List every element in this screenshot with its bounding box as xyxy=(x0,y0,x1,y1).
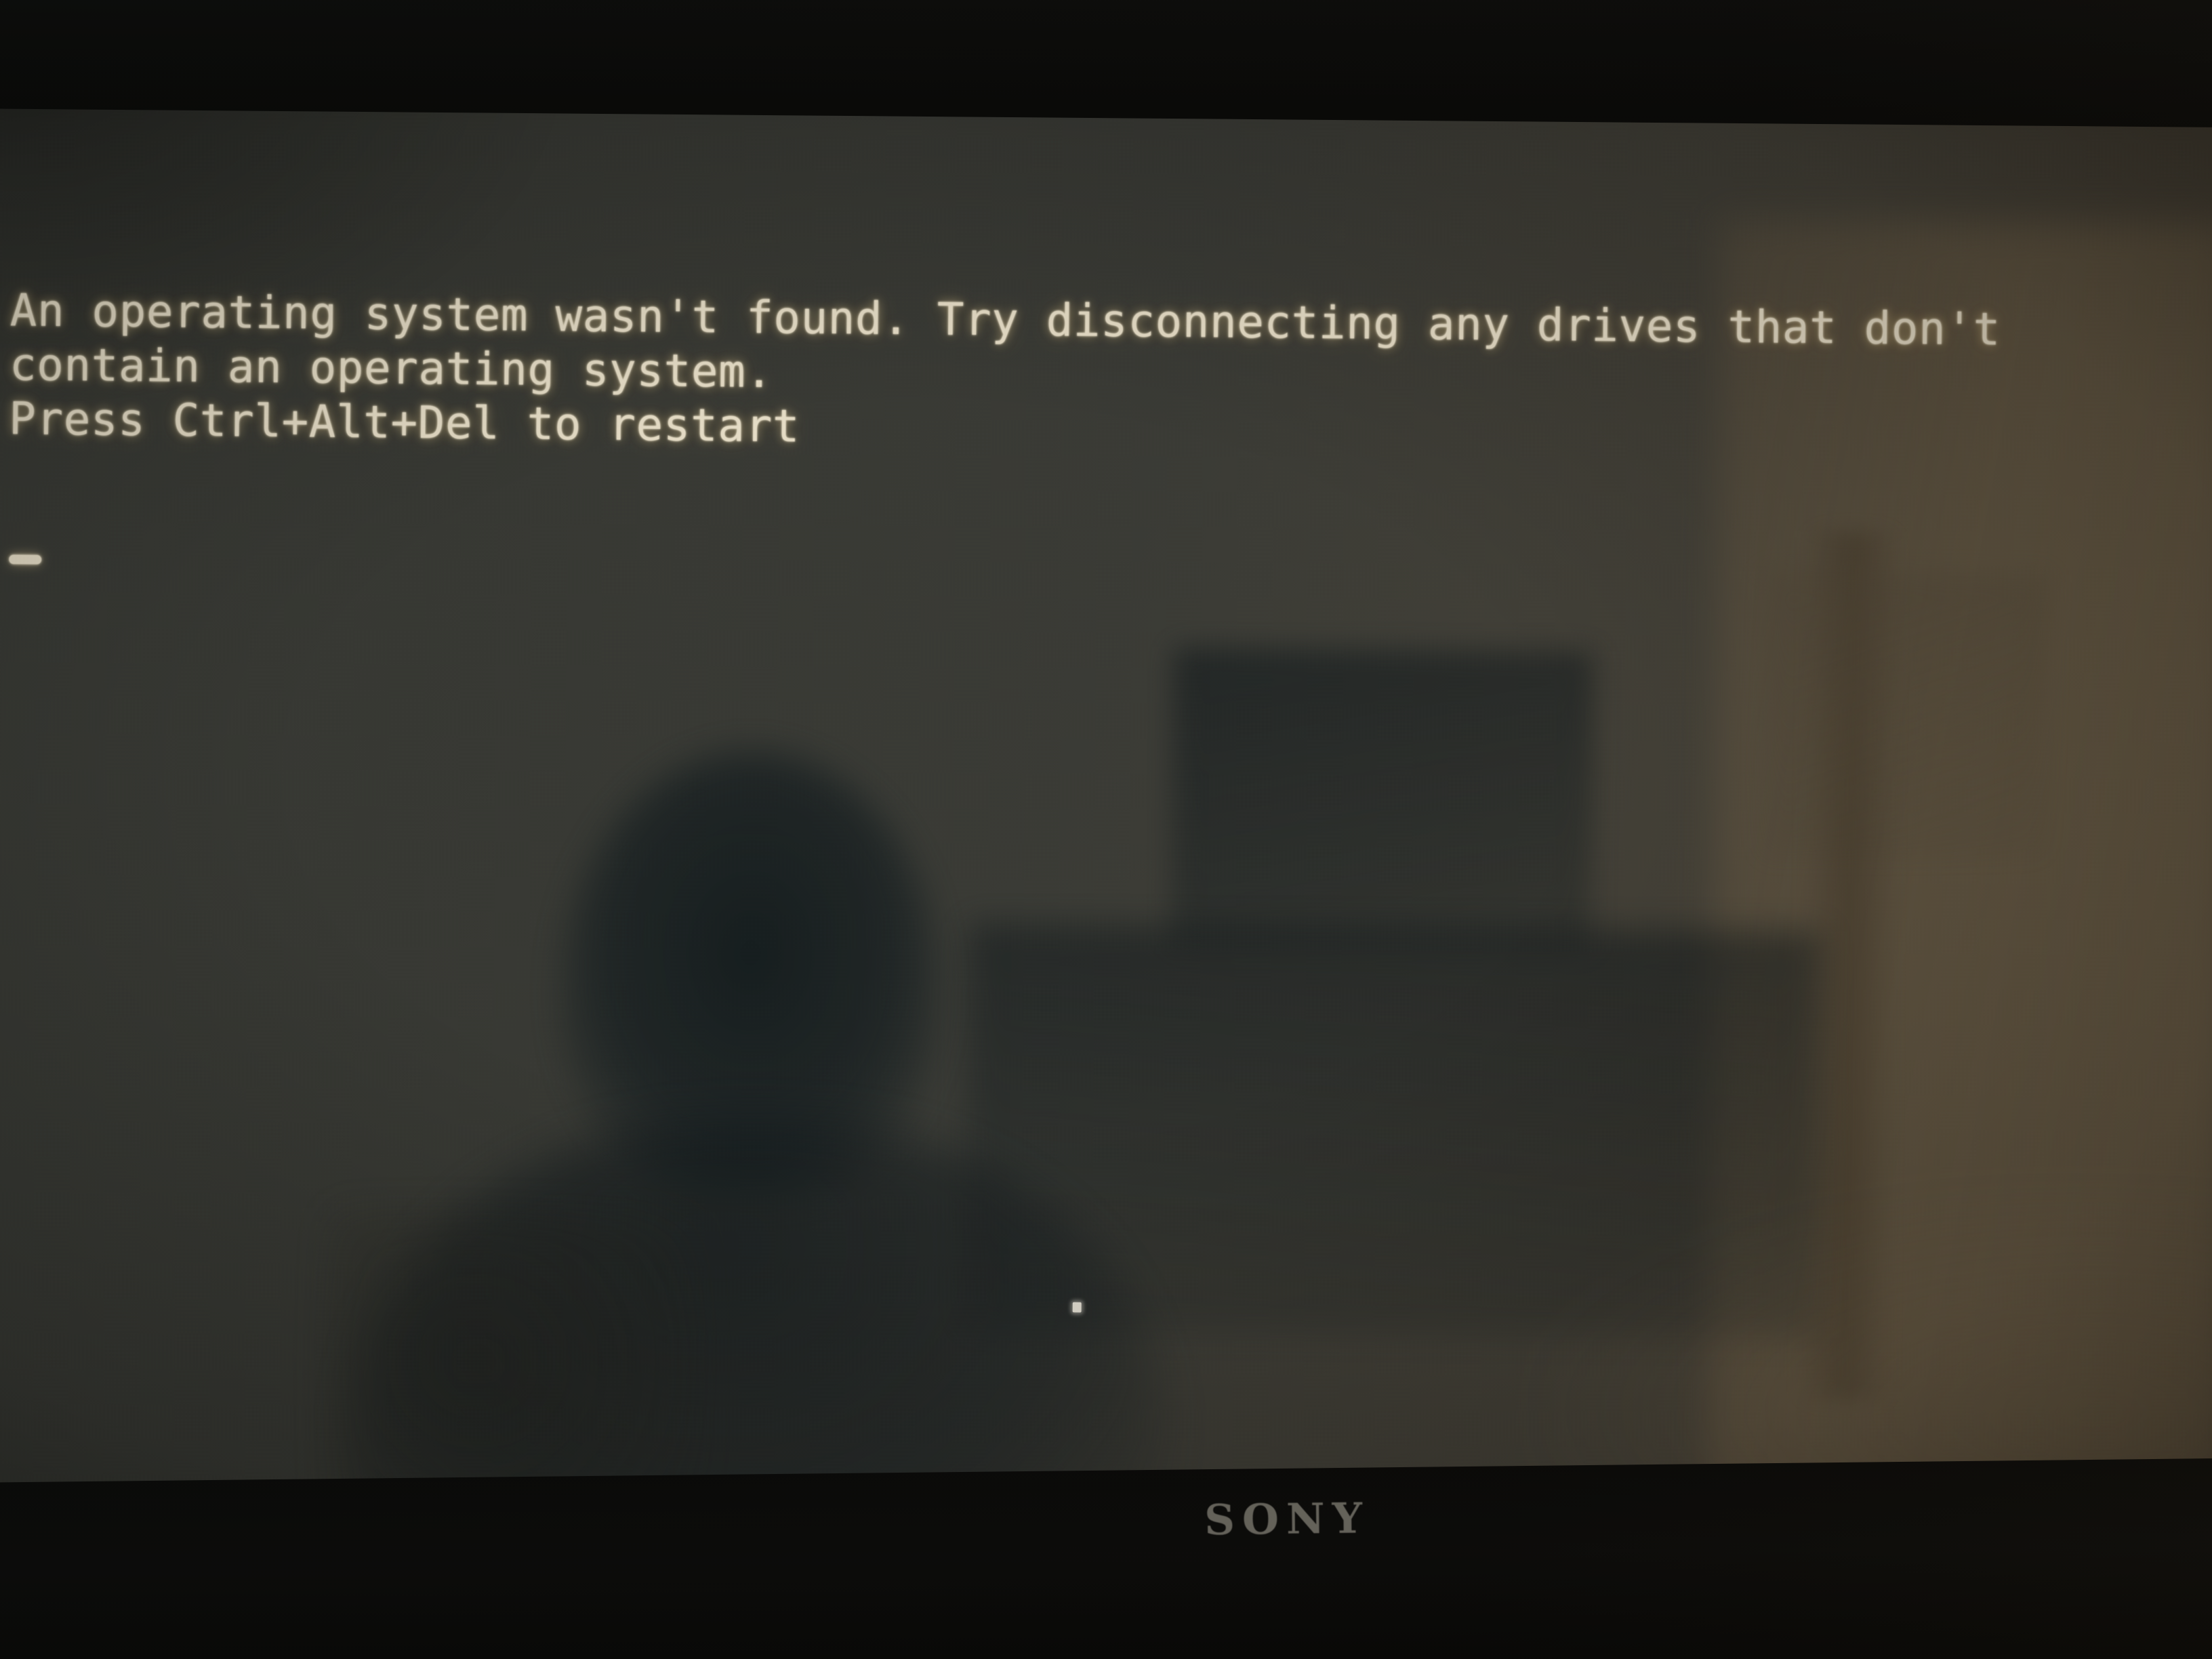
photograph-of-laptop: An operating system wasn't found. Try di… xyxy=(0,0,2212,1659)
laptop-screen: An operating system wasn't found. Try di… xyxy=(0,80,2212,1532)
screen-reflection-photographer-shoulders xyxy=(351,1113,1170,1532)
screen-reflection-panel xyxy=(1761,571,2049,859)
screen-reflection-object-upper xyxy=(1170,647,1595,949)
bezel-top-strip xyxy=(0,0,2212,128)
screen-reflection-photographer-head xyxy=(558,750,943,1201)
text-cursor xyxy=(9,554,42,565)
screen-reflection-object-lower xyxy=(964,922,1822,1338)
sony-logo: SONY xyxy=(1204,1493,1370,1545)
screen-reflection-warm-edge xyxy=(1797,531,1900,1400)
bright-pixel xyxy=(1072,1302,1082,1313)
bezel-bottom-strip: SONY xyxy=(0,1458,2212,1659)
boot-error-message: An operating system wasn't found. Try di… xyxy=(9,283,2206,467)
